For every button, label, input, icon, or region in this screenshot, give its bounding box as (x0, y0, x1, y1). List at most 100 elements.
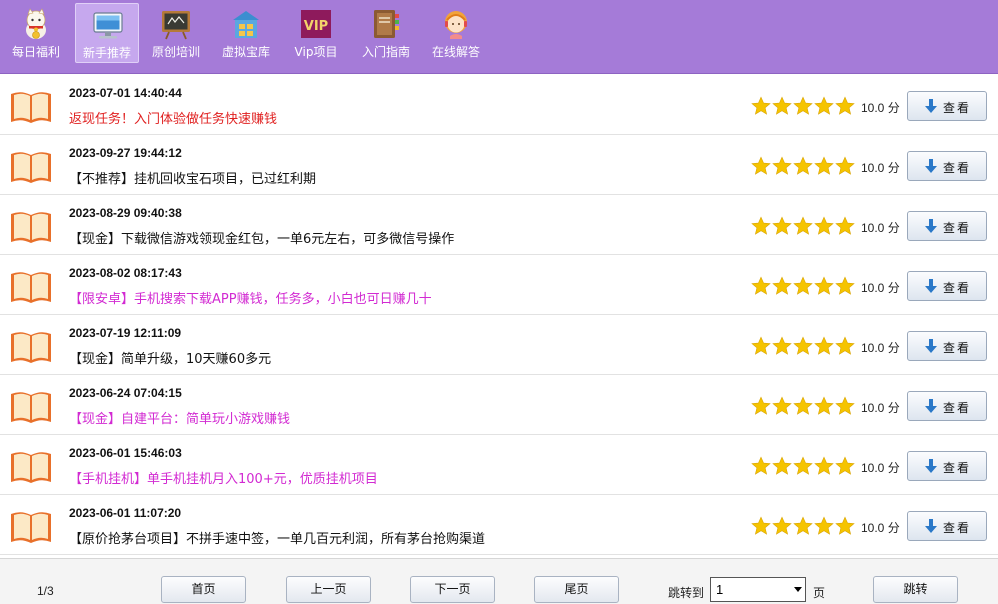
item-title[interactable]: 【不推荐】挂机回收宝石项目，已过红利期 (69, 168, 316, 187)
page-select[interactable]: 1 (710, 577, 806, 602)
list-item[interactable]: 2023-08-29 09:40:38 【现金】下载微信游戏领现金红包，一单6元左… (0, 195, 998, 255)
rating-stars (751, 336, 855, 355)
toolbar-item-label: 虚拟宝库 (221, 45, 270, 59)
view-button-label: 查看 (943, 161, 972, 175)
jump-button[interactable]: 跳转 (873, 576, 958, 603)
toolbar-item-label: 每日福利 (11, 45, 60, 59)
item-date: 2023-07-01 14:40:44 (69, 86, 182, 100)
toolbar-item-beginner-guide[interactable]: 入门指南 (354, 3, 418, 63)
view-button[interactable]: 查看 (907, 511, 987, 541)
toolbar-item-label: 在线解答 (431, 45, 480, 59)
download-arrow-icon (925, 219, 937, 233)
list-item[interactable]: 2023-07-01 14:40:44 返现任务！入门体验做任务快速赚钱 10.0 … (0, 75, 998, 135)
pagination-bar: 1/3 首页 上一页 下一页 尾页 跳转到 1 页 跳转 (0, 558, 998, 604)
rating-stars (751, 156, 855, 175)
item-score: 10.0 分 (861, 521, 900, 535)
download-arrow-icon (925, 459, 937, 473)
lucky-cat-icon (26, 8, 46, 39)
open-book-icon (11, 272, 51, 303)
item-date: 2023-08-29 09:40:38 (69, 206, 182, 220)
rating-stars (751, 396, 855, 415)
open-book-icon (11, 92, 51, 123)
next-page-button[interactable]: 下一页 (410, 576, 495, 603)
item-score: 10.0 分 (861, 281, 900, 295)
view-button-label: 查看 (943, 461, 972, 475)
toolbar-item-beginner-recommend[interactable]: 新手推荐 (75, 3, 139, 63)
list-item[interactable]: 2023-09-27 19:44:12 【不推荐】挂机回收宝石项目，已过红利期 10… (0, 135, 998, 195)
download-arrow-icon (925, 399, 937, 413)
item-date: 2023-06-01 15:46:03 (69, 446, 182, 460)
toolbar-item-label: Vip项目 (294, 45, 338, 59)
list-item[interactable]: 2023-08-02 08:17:43 【限安卓】手机搜索下载APP赚钱，任务多，… (0, 255, 998, 315)
toolbar-item-label: 原创培训 (151, 45, 200, 59)
svg-text:VIP: VIP (304, 19, 328, 34)
download-arrow-icon (925, 519, 937, 533)
rating-stars (751, 276, 855, 295)
rating-stars (751, 516, 855, 535)
toolbar-item-label: 新手推荐 (82, 46, 131, 60)
page-select-value: 1 (716, 582, 724, 597)
open-book-icon (11, 512, 51, 543)
view-button-label: 查看 (943, 221, 972, 235)
view-button-label: 查看 (943, 101, 972, 115)
open-book-icon (11, 332, 51, 363)
download-arrow-icon (925, 159, 937, 173)
item-title[interactable]: 【现金】简单升级，10天赚60多元 (69, 348, 271, 367)
download-arrow-icon (925, 279, 937, 293)
view-button[interactable]: 查看 (907, 331, 987, 361)
toolbar-item-daily-welfare[interactable]: 每日福利 (4, 3, 68, 63)
item-score: 10.0 分 (861, 221, 900, 235)
item-date: 2023-07-19 12:11:09 (69, 326, 182, 340)
open-book-icon (11, 152, 51, 183)
view-button-label: 查看 (943, 401, 972, 415)
jump-to-label: 跳转到 (668, 586, 705, 600)
item-date: 2023-08-02 08:17:43 (69, 266, 182, 280)
download-arrow-icon (925, 99, 937, 113)
rating-stars (751, 96, 855, 115)
view-button[interactable]: 查看 (907, 391, 987, 421)
list-item[interactable]: 2023-07-19 12:11:09 【现金】简单升级，10天赚60多元 10.0… (0, 315, 998, 375)
toolbar-item-virtual-treasury[interactable]: 虚拟宝库 (214, 3, 278, 63)
guide-book-icon (374, 10, 399, 38)
page-info: 1/3 (37, 584, 54, 598)
list-item[interactable]: 2023-06-24 07:04:15 【现金】自建平台：简单玩小游戏赚钱 10.0… (0, 375, 998, 435)
item-score: 10.0 分 (861, 461, 900, 475)
treasure-house-icon (233, 11, 259, 38)
page-unit-label: 页 (813, 586, 826, 600)
view-button[interactable]: 查看 (907, 271, 987, 301)
item-title[interactable]: 【原价抢茅台项目】不拼手速中签，一单几百元利润，所有茅台抢购渠道 (69, 528, 485, 547)
view-button[interactable]: 查看 (907, 451, 987, 481)
item-title[interactable]: 【现金】下载微信游戏领现金红包，一单6元左右，可多微信号操作 (69, 228, 454, 247)
item-score: 10.0 分 (861, 161, 900, 175)
first-page-button[interactable]: 首页 (161, 576, 246, 603)
top-toolbar: 每日福利 新手推荐 原创培训 虚拟宝库 VIP Vip项目 入门指南 在线解答 (0, 0, 998, 74)
last-page-button[interactable]: 尾页 (534, 576, 619, 603)
item-score: 10.0 分 (861, 341, 900, 355)
view-button-label: 查看 (943, 281, 972, 295)
computer-icon (93, 12, 123, 39)
view-button[interactable]: 查看 (907, 91, 987, 121)
view-button[interactable]: 查看 (907, 151, 987, 181)
view-button[interactable]: 查看 (907, 211, 987, 241)
item-date: 2023-06-01 11:07:20 (69, 506, 182, 520)
toolbar-item-online-answers[interactable]: 在线解答 (424, 3, 488, 63)
open-book-icon (11, 212, 51, 243)
item-score: 10.0 分 (861, 401, 900, 415)
item-title[interactable]: 【手机挂机】单手机挂机月入100+元，优质挂机项目 (69, 468, 378, 487)
blackboard-icon (162, 11, 190, 40)
toolbar-item-label: 入门指南 (361, 45, 410, 59)
view-button-label: 查看 (943, 521, 972, 535)
item-date: 2023-09-27 19:44:12 (69, 146, 182, 160)
list-item[interactable]: 2023-06-01 11:07:20 【原价抢茅台项目】不拼手速中签，一单几百元… (0, 495, 998, 555)
item-title[interactable]: 【限安卓】手机搜索下载APP赚钱，任务多，小白也可日赚几十 (69, 288, 432, 307)
toolbar-item-original-training[interactable]: 原创培训 (144, 3, 208, 63)
open-book-icon (11, 392, 51, 423)
item-score: 10.0 分 (861, 101, 900, 115)
list-item[interactable]: 2023-06-01 15:46:03 【手机挂机】单手机挂机月入100+元，优质… (0, 435, 998, 495)
download-arrow-icon (925, 339, 937, 353)
prev-page-button[interactable]: 上一页 (286, 576, 371, 603)
toolbar-item-vip-projects[interactable]: VIP Vip项目 (284, 3, 348, 63)
item-title[interactable]: 【现金】自建平台：简单玩小游戏赚钱 (69, 408, 290, 427)
item-title[interactable]: 返现任务！入门体验做任务快速赚钱 (69, 108, 277, 127)
support-agent-icon (445, 11, 467, 39)
